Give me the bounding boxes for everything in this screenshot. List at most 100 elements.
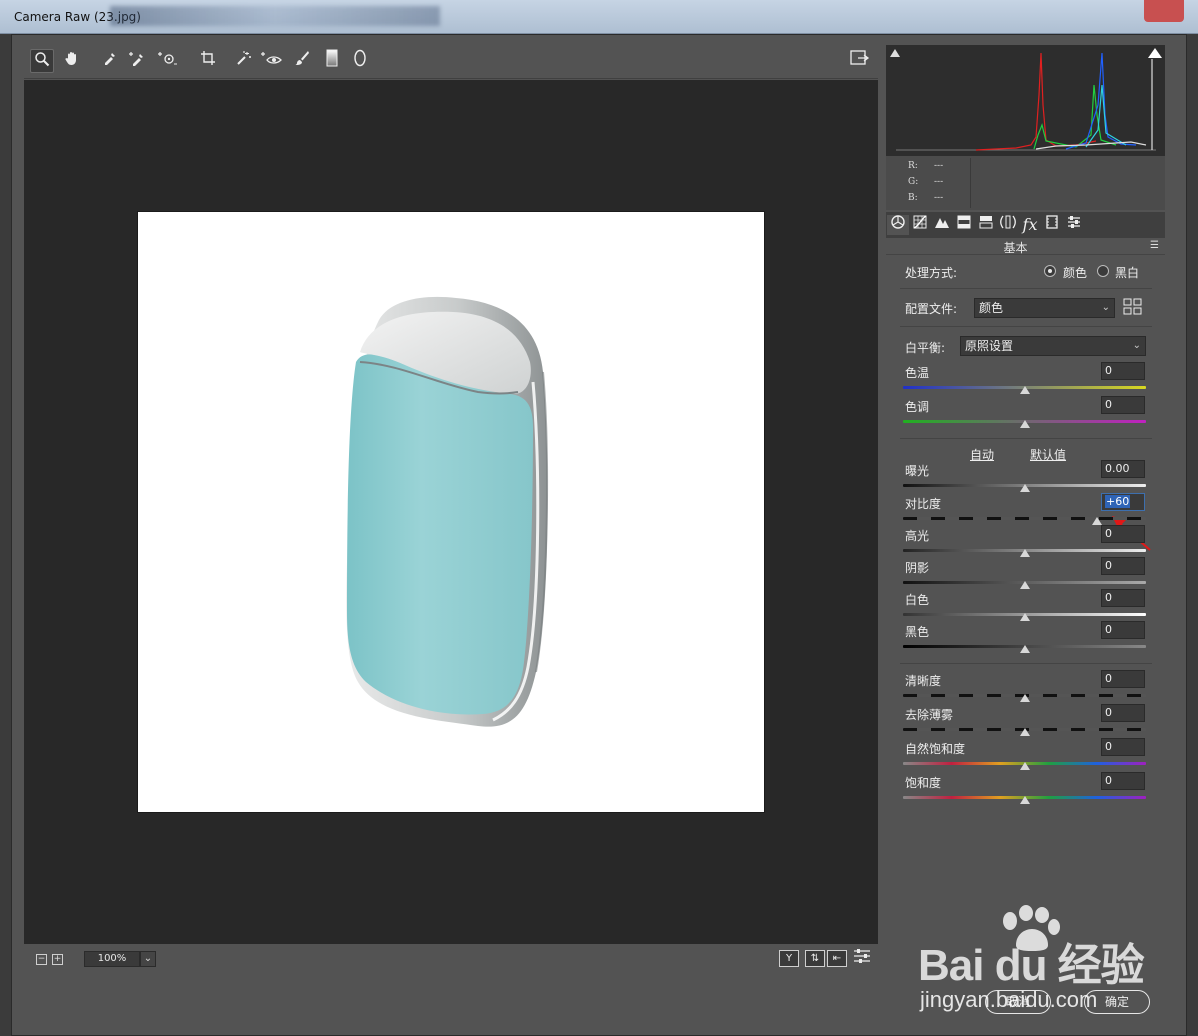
ok-button[interactable]: 确定: [1084, 990, 1150, 1014]
status-bar: − + 100% ⌄ Y ⇅ ⇤: [24, 945, 878, 973]
hand-warmer-product-photo: [346, 296, 549, 727]
lens-corrections-tab-icon[interactable]: [997, 215, 1019, 235]
treatment-bw-radio[interactable]: [1097, 265, 1109, 277]
photo-preview: [137, 211, 765, 813]
color-sampler-tool-icon[interactable]: [126, 49, 150, 73]
slider-track[interactable]: [903, 517, 1146, 520]
panel-menu-icon[interactable]: ☰: [1150, 240, 1159, 251]
slider-thumb[interactable]: [1019, 386, 1030, 394]
panel-header: 基本 ☰: [886, 238, 1165, 255]
slider-thumb[interactable]: [1019, 484, 1030, 492]
view-settings-icon[interactable]: [850, 947, 874, 971]
treatment-color-radio[interactable]: [1044, 265, 1056, 277]
slider-value-text: 0: [1105, 559, 1112, 572]
auto-link[interactable]: 自动: [970, 446, 994, 463]
spot-removal-tool-icon[interactable]: [232, 49, 256, 73]
treatment-label: 处理方式:: [905, 266, 958, 280]
slider-value-text: 0: [1105, 672, 1112, 685]
image-preview-canvas[interactable]: [24, 80, 878, 944]
cancel-button[interactable]: 取消: [985, 990, 1051, 1014]
zoom-level-field[interactable]: 100%: [84, 951, 140, 967]
camera-calibration-tab-icon[interactable]: [1041, 215, 1063, 235]
readout-divider: [970, 158, 971, 208]
slider-value-field[interactable]: 0: [1101, 362, 1145, 380]
hand-tool-icon[interactable]: [60, 49, 84, 73]
white-balance-dropdown[interactable]: 原照设置 ⌄: [960, 336, 1146, 356]
slider-value-field[interactable]: 0: [1101, 772, 1145, 790]
slider-value-text: 0: [1105, 623, 1112, 636]
slider-value-field[interactable]: +60: [1101, 493, 1145, 511]
slider-thumb[interactable]: [1019, 694, 1030, 702]
slider-value-field[interactable]: 0.00: [1101, 460, 1145, 478]
slider-value-field[interactable]: 0: [1101, 589, 1145, 607]
white-balance-tool-icon[interactable]: [98, 49, 122, 73]
slider-value-text: 0: [1105, 591, 1112, 604]
slider-value-text: 0: [1105, 398, 1112, 411]
targeted-adjustment-tool-icon[interactable]: [156, 49, 180, 73]
zoom-in-button[interactable]: +: [52, 954, 63, 965]
rgb-readout: R: --- G: --- B: ---: [886, 156, 1165, 210]
panel-tabs: fx: [886, 212, 1165, 238]
white-balance-label: 白平衡:: [905, 341, 946, 355]
chevron-down-icon: ⌄: [1101, 302, 1110, 313]
basic-tab-icon[interactable]: [887, 215, 909, 235]
divider: [900, 663, 1152, 664]
defaults-link[interactable]: 默认值: [1030, 446, 1066, 463]
zoom-out-button[interactable]: −: [36, 954, 47, 965]
tone-curve-tab-icon[interactable]: [909, 215, 931, 235]
toolbar: [24, 45, 878, 79]
blurred-title-region: [110, 6, 440, 26]
detail-tab-icon[interactable]: [931, 215, 953, 235]
profile-browser-grid-icon[interactable]: [1123, 298, 1143, 319]
graduated-filter-tool-icon[interactable]: [320, 49, 344, 73]
slider-thumb[interactable]: [1019, 420, 1030, 428]
b-label: B:: [908, 193, 918, 203]
open-preferences-icon[interactable]: [848, 49, 872, 73]
slider-value-text: 0: [1105, 527, 1112, 540]
radial-filter-tool-icon[interactable]: [348, 49, 372, 73]
slider-label: 高光: [905, 529, 930, 543]
slider-value-field[interactable]: 0: [1101, 704, 1145, 722]
slider-value-text: 0: [1105, 774, 1112, 787]
slider-thumb[interactable]: [1019, 728, 1030, 736]
slider-thumb[interactable]: [1019, 762, 1030, 770]
slider-thumb[interactable]: [1019, 645, 1030, 653]
slider-value-text: 0: [1105, 706, 1112, 719]
slider-thumb[interactable]: [1019, 549, 1030, 557]
window-titlebar: Camera Raw (23.jpg): [0, 0, 1198, 34]
slider-thumb[interactable]: [1019, 581, 1030, 589]
effects-tab-icon[interactable]: fx: [1019, 215, 1041, 235]
divider: [900, 288, 1152, 289]
slider-label: 曝光: [905, 464, 930, 478]
adjustment-brush-tool-icon[interactable]: [290, 49, 314, 73]
swap-before-after-icon[interactable]: ⇅: [805, 950, 825, 967]
slider-thumb[interactable]: [1092, 517, 1103, 525]
slider-thumb[interactable]: [1019, 613, 1030, 621]
copy-settings-icon[interactable]: ⇤: [827, 950, 847, 967]
before-after-view-icon[interactable]: Y: [779, 950, 799, 967]
profile-label: 配置文件:: [905, 302, 958, 316]
slider-value-field[interactable]: 0: [1101, 396, 1145, 414]
g-label: G:: [908, 177, 919, 187]
window-close-button[interactable]: [1144, 0, 1184, 22]
basic-panel: 处理方式: 颜色 黑白 配置文件: 颜色 ⌄ 白平衡: 原照设置 ⌄ 自动 默认…: [886, 256, 1165, 972]
slider-value-field[interactable]: 0: [1101, 738, 1145, 756]
red-eye-tool-icon[interactable]: [260, 49, 284, 73]
slider-value-field[interactable]: 0: [1101, 557, 1145, 575]
slider-value-field[interactable]: 0: [1101, 670, 1145, 688]
slider-value-field[interactable]: 0: [1101, 621, 1145, 639]
slider-label: 去除薄雾: [905, 708, 954, 722]
crop-tool-icon[interactable]: [196, 49, 220, 73]
divider: [900, 326, 1152, 327]
hsl-tab-icon[interactable]: [953, 215, 975, 235]
profile-value: 颜色: [979, 301, 1004, 315]
zoom-dropdown-chevron-icon[interactable]: ⌄: [140, 951, 156, 967]
slider-thumb[interactable]: [1019, 796, 1030, 804]
b-value: ---: [934, 193, 944, 203]
slider-label: 饱和度: [905, 776, 942, 790]
presets-tab-icon[interactable]: [1063, 215, 1085, 235]
split-toning-tab-icon[interactable]: [975, 215, 997, 235]
zoom-tool-icon[interactable]: [30, 49, 54, 73]
profile-dropdown[interactable]: 颜色 ⌄: [974, 298, 1115, 318]
slider-value-field[interactable]: 0: [1101, 525, 1145, 543]
